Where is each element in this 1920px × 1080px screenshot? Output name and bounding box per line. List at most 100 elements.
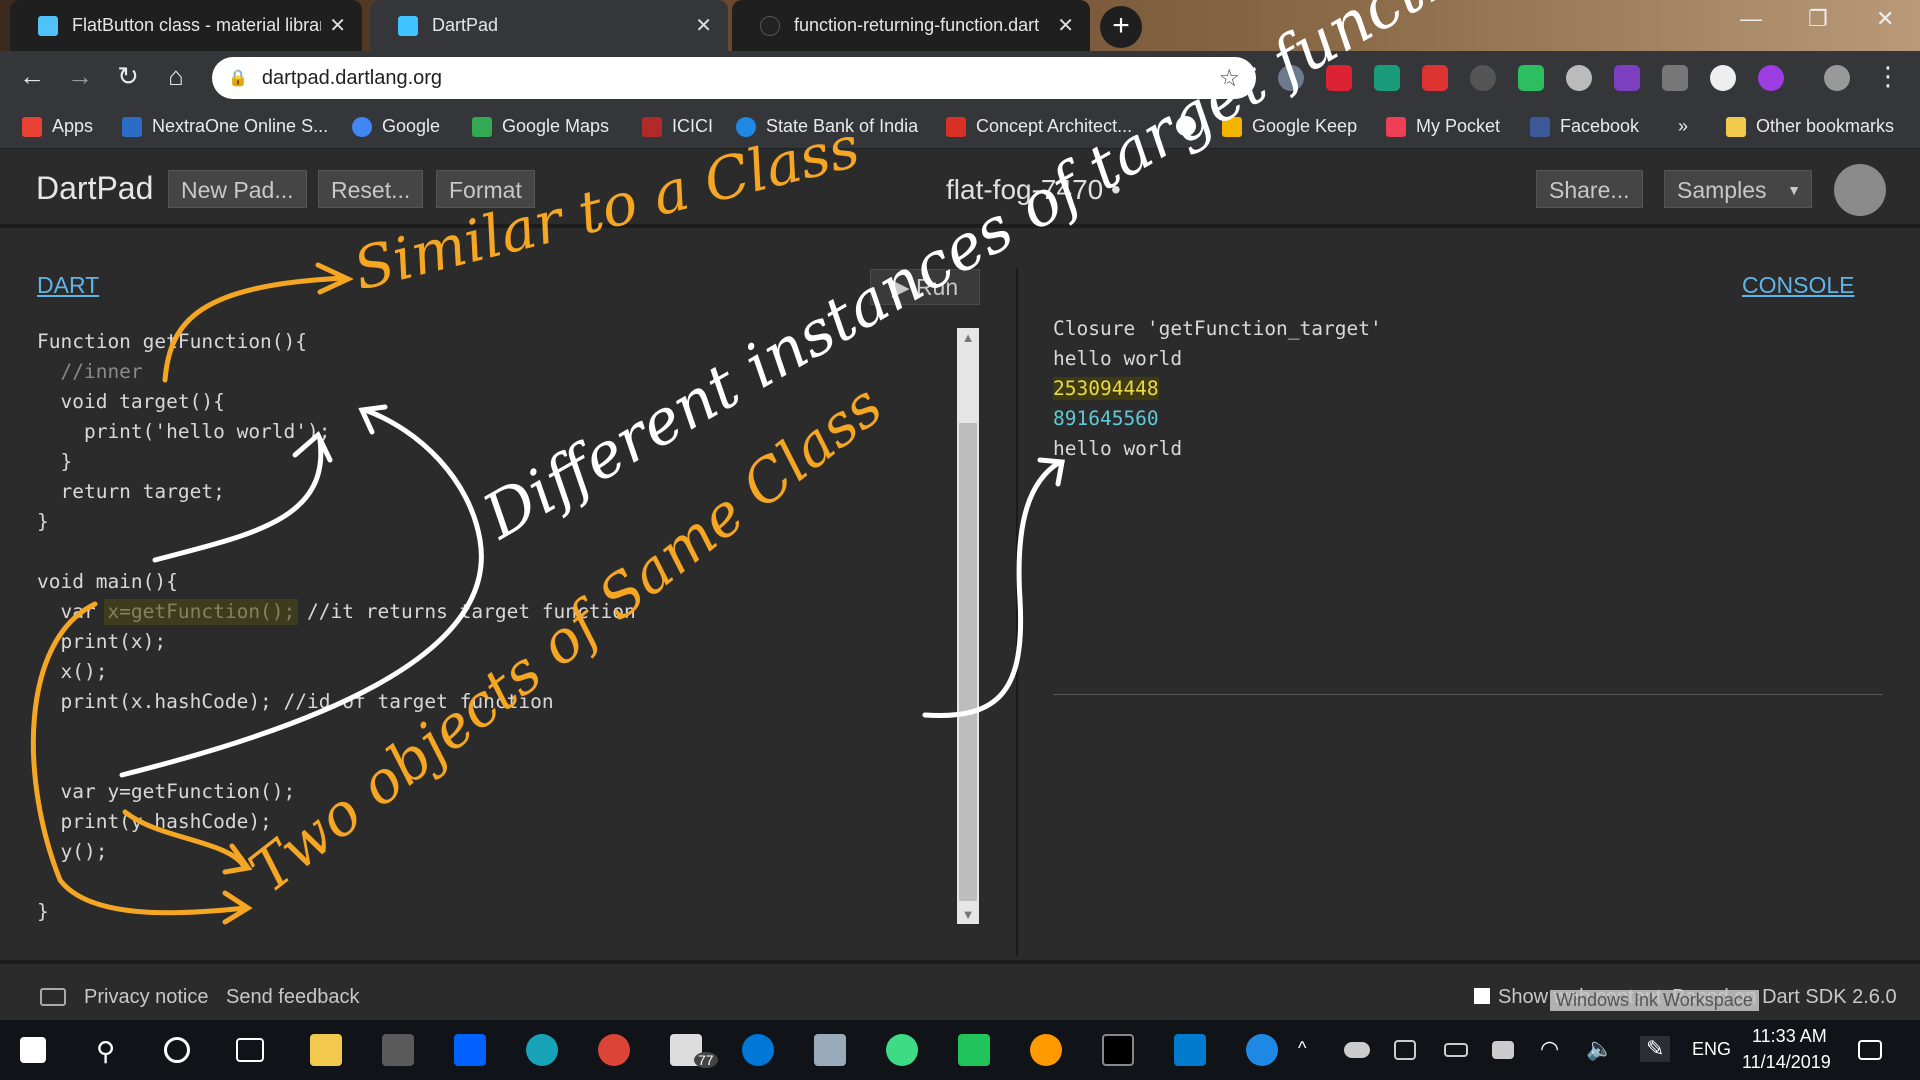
paint-icon[interactable] — [1030, 1034, 1062, 1066]
vscode-icon[interactable] — [1174, 1034, 1206, 1066]
task-view-icon[interactable] — [236, 1038, 264, 1062]
close-window-icon[interactable]: ✕ — [1876, 6, 1894, 32]
console-divider — [1053, 694, 1883, 695]
console-line: hello world — [1053, 437, 1183, 460]
react-icon[interactable] — [1470, 65, 1496, 91]
chrome-icon[interactable] — [598, 1034, 630, 1066]
bookmark-nextraone[interactable]: NextraOne Online S... — [122, 116, 328, 137]
pane-divider[interactable] — [1016, 268, 1018, 956]
reset-button[interactable]: Reset... — [318, 170, 424, 208]
feedback-link[interactable]: Send feedback — [226, 986, 359, 1009]
dropbox-tray-icon[interactable] — [1492, 1041, 1514, 1059]
run-label: Run — [915, 274, 959, 300]
tab-dart[interactable]: DART — [37, 272, 99, 299]
bookmark-pocket[interactable]: My Pocket — [1386, 116, 1500, 137]
minimize-icon[interactable]: — — [1740, 6, 1762, 32]
bookmark-facebook[interactable]: Facebook — [1530, 116, 1639, 137]
share-button[interactable]: Share... — [1536, 170, 1643, 208]
samples-label: Samples — [1677, 177, 1767, 203]
scroll-up-icon[interactable]: ▲ — [957, 330, 979, 345]
battery-icon[interactable] — [1444, 1043, 1468, 1057]
editor-scrollbar[interactable]: ▲ ▼ — [957, 328, 979, 924]
tab-console[interactable]: CONSOLE — [1742, 272, 1854, 299]
scrollbar-thumb[interactable] — [959, 423, 977, 901]
github-icon[interactable] — [1834, 164, 1886, 216]
samples-dropdown[interactable]: Samples ▼ — [1664, 170, 1812, 208]
pen-ink-icon[interactable]: ✎ — [1640, 1036, 1671, 1062]
tab-github[interactable]: function-returning-function.dart ✕ — [732, 0, 1090, 51]
bookmark-google-maps[interactable]: Google Maps — [472, 116, 609, 137]
dropbox-icon[interactable] — [454, 1034, 486, 1066]
bookmark-sbi[interactable]: State Bank of India — [736, 116, 918, 137]
dartpad-logo[interactable]: DartPad — [36, 170, 153, 207]
code-line: Function getFunction(){ — [37, 330, 308, 353]
search-icon[interactable]: ⚲ — [96, 1036, 115, 1067]
bookmark-globe[interactable] — [1176, 116, 1206, 136]
bookmark-concept[interactable]: Concept Architect... — [946, 116, 1132, 137]
clock-time[interactable]: 11:33 AM — [1752, 1026, 1827, 1047]
code-editor[interactable]: Function getFunction(){ //inner void tar… — [37, 327, 636, 927]
address-bar[interactable]: 🔒 dartpad.dartlang.org ☆ — [212, 57, 1256, 99]
gmail-icon[interactable] — [1422, 65, 1448, 91]
bookmark-star-icon[interactable]: ☆ — [1218, 64, 1240, 93]
bookmark-other[interactable]: Other bookmarks — [1726, 116, 1894, 137]
language-indicator[interactable]: ENG — [1692, 1039, 1731, 1060]
help-icon[interactable] — [1246, 1034, 1278, 1066]
terminal-icon[interactable] — [1102, 1034, 1134, 1066]
home-icon[interactable]: ⌂ — [158, 61, 194, 92]
scroll-down-icon[interactable]: ▼ — [957, 907, 979, 922]
close-tab-icon[interactable]: ✕ — [329, 13, 346, 38]
avatar[interactable] — [1824, 65, 1850, 91]
close-tab-icon[interactable]: ✕ — [695, 13, 712, 38]
android-studio-icon[interactable] — [886, 1034, 918, 1066]
edge-icon[interactable] — [742, 1034, 774, 1066]
bookmarks-overflow[interactable]: » — [1678, 116, 1688, 137]
extension-icon[interactable] — [1278, 65, 1304, 91]
onenote-icon[interactable] — [1614, 65, 1640, 91]
onedrive-icon[interactable] — [1344, 1042, 1370, 1058]
app-icon[interactable] — [958, 1034, 990, 1066]
back-icon[interactable]: ← — [14, 61, 50, 92]
tray-chevron-icon[interactable]: ^ — [1298, 1038, 1306, 1059]
tab-title: function-returning-function.dart — [794, 15, 1040, 35]
windows-start-icon[interactable] — [20, 1037, 46, 1063]
extension-icon[interactable] — [1566, 65, 1592, 91]
menu-icon[interactable]: ⋮ — [1870, 61, 1906, 92]
show-web-checkbox[interactable] — [1474, 988, 1490, 1004]
keyboard-icon[interactable] — [40, 988, 66, 1006]
wifi-icon[interactable]: ◠ — [1540, 1036, 1559, 1062]
clock-date[interactable]: 11/14/2019 — [1742, 1052, 1831, 1073]
cortana-icon[interactable] — [164, 1037, 190, 1063]
store-icon[interactable] — [382, 1034, 414, 1066]
evernote-icon[interactable] — [1518, 65, 1544, 91]
forward-icon[interactable]: → — [62, 61, 98, 92]
tab-dartpad[interactable]: DartPad ✕ — [370, 0, 728, 51]
app-icon[interactable] — [814, 1034, 846, 1066]
bookmark-icici[interactable]: ICICI — [642, 116, 713, 137]
bookmark-google-keep[interactable]: Google Keep — [1222, 116, 1357, 137]
run-button[interactable]: ▶ Run — [870, 269, 980, 305]
bookmark-google[interactable]: Google — [352, 116, 440, 137]
new-tab-button[interactable]: + — [1100, 6, 1142, 48]
reload-icon[interactable]: ↻ — [110, 61, 146, 92]
format-button[interactable]: Format — [436, 170, 535, 208]
extension-icon[interactable] — [1758, 65, 1784, 91]
volume-icon[interactable]: 🔈 — [1586, 1036, 1613, 1062]
bookmark-label: NextraOne Online S... — [152, 116, 329, 136]
code-line: } — [37, 450, 73, 473]
new-pad-button[interactable]: New Pad... — [168, 170, 307, 208]
file-explorer-icon[interactable] — [310, 1034, 342, 1066]
close-tab-icon[interactable]: ✕ — [1057, 13, 1074, 38]
extension-icon[interactable] — [1374, 65, 1400, 91]
keep-icon — [1222, 116, 1242, 137]
tray-app-icon[interactable] — [1394, 1040, 1416, 1060]
tab-flatbutton[interactable]: FlatButton class - material library ✕ — [10, 0, 362, 51]
dropbox-icon[interactable] — [1662, 65, 1688, 91]
privacy-link[interactable]: Privacy notice — [84, 986, 209, 1009]
maximize-icon[interactable]: ❐ — [1808, 6, 1828, 32]
extension-icon[interactable] — [1326, 65, 1352, 91]
arduino-icon[interactable] — [526, 1034, 558, 1066]
bookmark-apps[interactable]: Apps — [22, 116, 93, 137]
extension-icon[interactable] — [1710, 65, 1736, 91]
notifications-icon[interactable] — [1858, 1040, 1882, 1060]
